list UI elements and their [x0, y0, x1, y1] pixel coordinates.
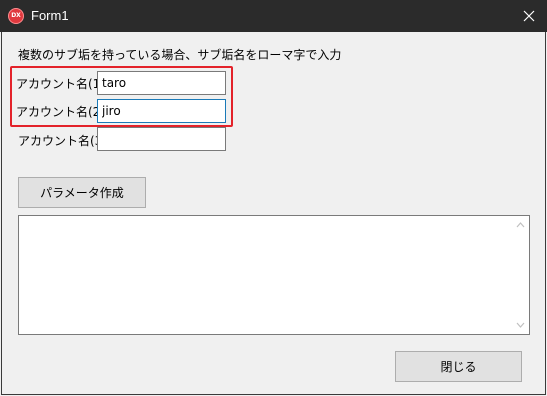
output-textarea[interactable]: [18, 215, 530, 335]
vertical-scrollbar[interactable]: [512, 216, 529, 334]
account-1-label: アカウント名(1): [16, 77, 105, 91]
account-3-label: アカウント名(3): [18, 134, 107, 148]
window-title: Form1: [31, 8, 69, 23]
account-2-label: アカウント名(2): [16, 105, 105, 119]
scroll-down-icon[interactable]: [516, 322, 525, 328]
account-2-input[interactable]: [97, 99, 226, 123]
close-window-button[interactable]: [511, 0, 547, 32]
app-icon: DX: [8, 8, 24, 24]
instruction-text: 複数のサブ垢を持っている場合、サブ垢名をローマ字で入力: [18, 48, 342, 62]
scroll-up-icon[interactable]: [516, 222, 525, 228]
close-icon: [523, 10, 535, 22]
generate-parameters-button[interactable]: パラメータ作成: [18, 177, 146, 208]
account-1-input[interactable]: [97, 71, 226, 95]
close-button[interactable]: 閉じる: [395, 351, 522, 382]
account-3-input[interactable]: [97, 127, 226, 151]
title-bar: DX Form1: [0, 0, 547, 32]
